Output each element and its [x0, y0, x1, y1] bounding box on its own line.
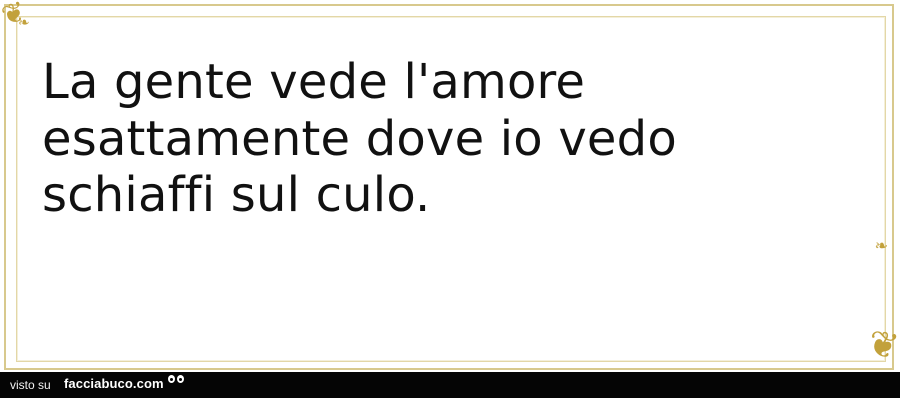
- quote-text: La gente vede l'amore esattamente dove i…: [42, 54, 677, 224]
- rose-icon: ❦: [863, 322, 900, 369]
- watermark-site: facciabuco.com: [64, 376, 164, 391]
- leaf-icon: ❧: [874, 236, 888, 255]
- eyes-icon: [168, 375, 186, 387]
- leaf-icon: ❧: [18, 15, 30, 31]
- watermark-bar: visto su facciabuco.com: [0, 372, 900, 398]
- right-eye-icon: [177, 375, 184, 383]
- watermark-prefix: visto su: [10, 378, 51, 392]
- left-eye-icon: [168, 375, 175, 383]
